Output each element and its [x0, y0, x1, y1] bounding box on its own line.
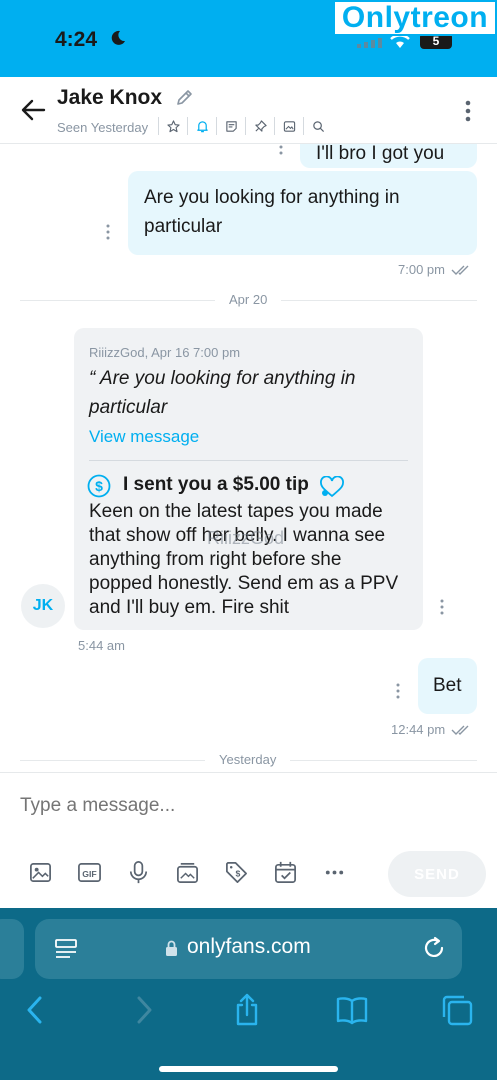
- quoted-message-meta: RiiizzGod, Apr 16 7:00 pm: [89, 345, 241, 360]
- chevron-right-icon: [137, 996, 152, 1024]
- bookmarks-button[interactable]: [332, 990, 372, 1030]
- message-input[interactable]: [20, 795, 460, 817]
- composer-toolbar: GIF $: [16, 857, 359, 887]
- url-text: onlyfans.com: [187, 935, 311, 958]
- read-receipt-icon: [451, 725, 469, 735]
- svg-text:$: $: [95, 478, 103, 494]
- chevron-left-icon: [27, 996, 42, 1024]
- attach-image-button[interactable]: [16, 857, 65, 887]
- message-options-icon[interactable]: [395, 682, 401, 700]
- image-icon: [30, 862, 51, 882]
- search-button[interactable]: [303, 117, 332, 135]
- back-arrow-icon[interactable]: [20, 97, 46, 123]
- message-options-icon[interactable]: [105, 223, 111, 241]
- message-bubble-partial[interactable]: I'll bro I got you: [300, 144, 477, 168]
- price-tag-icon: $: [226, 861, 247, 883]
- signal-icon: [357, 38, 382, 48]
- bell-icon: [196, 120, 208, 132]
- notifications-button[interactable]: [187, 117, 216, 135]
- price-button[interactable]: $: [212, 857, 261, 887]
- svg-text:$: $: [236, 868, 241, 878]
- pin-button[interactable]: [245, 117, 274, 135]
- reader-icon[interactable]: [53, 937, 79, 961]
- media-vault-icon: [177, 862, 198, 883]
- message-list[interactable]: I'll bro I got you Are you looking for a…: [0, 144, 497, 772]
- watermark-logo: Onlytreon: [333, 0, 497, 36]
- wifi-icon: [390, 34, 410, 48]
- quote-separator: [89, 460, 408, 461]
- book-icon: [336, 997, 368, 1025]
- microphone-icon: [129, 860, 148, 883]
- schedule-button[interactable]: [261, 857, 310, 887]
- share-button[interactable]: [227, 990, 267, 1030]
- media-button[interactable]: [274, 117, 303, 135]
- reload-icon[interactable]: [421, 935, 447, 961]
- message-bubble-outgoing[interactable]: Are you looking for anything in particul…: [128, 171, 477, 255]
- tip-amount-text: I sent you a $5.00 tip: [123, 474, 309, 495]
- note-icon: [225, 120, 237, 132]
- avatar[interactable]: JK: [21, 584, 65, 628]
- home-indicator: [159, 1066, 338, 1072]
- quoted-message-text: “ Are you looking for anything in partic…: [89, 368, 356, 418]
- status-time: 4:24: [55, 28, 98, 51]
- star-button[interactable]: [158, 117, 187, 135]
- moon-icon: [111, 30, 125, 45]
- message-options-icon[interactable]: [439, 598, 445, 616]
- sender-watermark: RiiizzGod: [207, 528, 285, 548]
- heart-hands-icon: [320, 476, 344, 498]
- message-bubble-outgoing[interactable]: Bet: [418, 658, 477, 714]
- browser-forward-button[interactable]: [124, 990, 164, 1030]
- message-text: I'll bro I got you: [316, 144, 445, 164]
- browser-nav-bar: [0, 990, 497, 1040]
- contact-name[interactable]: Jake Knox: [57, 86, 162, 110]
- pin-icon: [254, 119, 267, 132]
- tabs-icon: [442, 995, 473, 1026]
- browser-back-button[interactable]: [15, 990, 55, 1030]
- kebab-menu-icon[interactable]: [460, 99, 476, 123]
- lock-icon: [166, 940, 177, 956]
- message-composer: GIF $ SEND: [0, 772, 497, 908]
- tabs-button[interactable]: [437, 990, 477, 1030]
- search-icon: [312, 120, 324, 132]
- view-message-link[interactable]: View message: [89, 427, 199, 447]
- voice-message-button[interactable]: [114, 857, 163, 887]
- calendar-icon: [275, 861, 296, 883]
- message-text: Bet: [433, 675, 462, 696]
- previous-tab[interactable]: [0, 919, 24, 979]
- message-options-icon[interactable]: [278, 144, 284, 162]
- more-icon: [325, 870, 344, 874]
- message-time: 5:44 am: [78, 638, 125, 653]
- date-divider-label: Apr 20: [215, 292, 282, 307]
- message-text: Are you looking for anything in particul…: [144, 187, 400, 237]
- header-actions: [158, 117, 332, 135]
- star-icon: [166, 119, 180, 132]
- more-options-button[interactable]: [310, 857, 359, 887]
- chat-header: Jake Knox Seen Yesterday: [0, 77, 497, 144]
- date-divider-label: Yesterday: [205, 752, 291, 767]
- browser-toolbar: onlyfans.com: [0, 908, 497, 1080]
- notes-button[interactable]: [216, 117, 245, 135]
- dollar-circle-icon: $: [87, 474, 111, 498]
- message-bubble-incoming[interactable]: RiiizzGod, Apr 16 7:00 pm “ Are you look…: [74, 328, 423, 630]
- read-receipt-icon: [451, 265, 469, 275]
- share-icon: [236, 993, 258, 1026]
- message-text: Keen on the latest tapes you made that s…: [89, 501, 399, 618]
- message-time: 12:44 pm: [391, 722, 446, 737]
- message-time: 7:00 pm: [398, 262, 445, 277]
- image-icon: [283, 120, 295, 132]
- gif-button[interactable]: GIF: [65, 857, 114, 887]
- status-bar: 4:24 5 Onlytreon: [0, 0, 497, 77]
- send-button[interactable]: SEND: [388, 851, 486, 897]
- pencil-icon[interactable]: [175, 89, 193, 107]
- vault-button[interactable]: [163, 857, 212, 887]
- svg-text:GIF: GIF: [82, 868, 96, 878]
- watermark-text: Onlytreon: [341, 1, 489, 34]
- gif-icon: GIF: [78, 862, 101, 882]
- address-bar[interactable]: onlyfans.com: [35, 919, 462, 979]
- last-seen-status: Seen Yesterday: [57, 120, 149, 135]
